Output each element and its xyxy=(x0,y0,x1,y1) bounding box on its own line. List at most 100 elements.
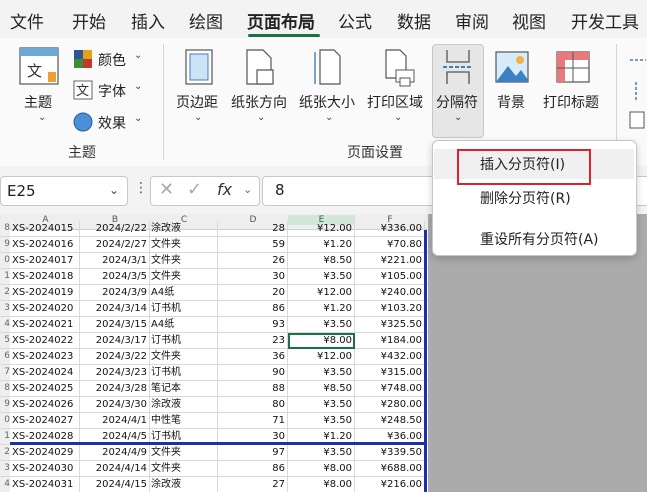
row-header[interactable]: 6 xyxy=(0,349,10,364)
row-header[interactable]: 8 xyxy=(0,221,10,236)
cell-quantity[interactable]: 71 xyxy=(218,413,288,428)
cell-order-id[interactable]: XS-2024022 xyxy=(11,333,80,348)
cell-product[interactable]: 文件夹 xyxy=(150,349,218,364)
row-header[interactable]: 3 xyxy=(0,461,10,476)
cell-product[interactable]: 文件夹 xyxy=(150,253,218,268)
row-header[interactable]: 2 xyxy=(0,285,10,300)
remove-page-break-item[interactable]: 删除分页符(R) xyxy=(480,188,571,208)
cell-date[interactable]: 2024/4/15 xyxy=(80,477,150,492)
cell-date[interactable]: 2024/3/1 xyxy=(80,253,150,268)
cancel-icon[interactable]: ✕ xyxy=(159,179,174,200)
cell-amount[interactable]: ¥325.50 xyxy=(355,317,425,332)
cell-order-id[interactable]: XS-2024016 xyxy=(11,237,80,252)
cell-date[interactable]: 2024/4/14 xyxy=(80,461,150,476)
cell-product[interactable]: 文件夹 xyxy=(150,237,218,252)
tab-insert[interactable]: 插入 xyxy=(131,8,165,33)
cell-date[interactable]: 2024/4/1 xyxy=(80,413,150,428)
cell-product[interactable]: 涂改液 xyxy=(150,221,218,236)
row-header[interactable]: 5 xyxy=(0,333,10,348)
cell-date[interactable]: 2024/2/27 xyxy=(80,237,150,252)
margins-button[interactable]: 页边距 xyxy=(176,92,218,112)
cell-amount[interactable]: ¥216.00 xyxy=(355,477,425,492)
row-header[interactable]: 9 xyxy=(0,237,10,252)
cell-date[interactable]: 2024/3/14 xyxy=(80,301,150,316)
cell-amount[interactable]: ¥103.20 xyxy=(355,301,425,316)
cell-quantity[interactable]: 86 xyxy=(218,301,288,316)
cell-price[interactable]: ¥3.50 xyxy=(288,397,355,412)
cell-order-id[interactable]: XS-2024018 xyxy=(11,269,80,284)
row-header[interactable]: 7 xyxy=(0,365,10,380)
cell-quantity[interactable]: 80 xyxy=(218,397,288,412)
row-header[interactable]: 8 xyxy=(0,381,10,396)
cell-grid[interactable]: 8 XS-2024015 2024/2/22 涂改液 28 ¥12.00 ¥336.00 9 X… xyxy=(0,221,428,492)
cell-product[interactable]: 订书机 xyxy=(150,333,218,348)
row-header[interactable]: 1 xyxy=(0,429,10,444)
tab-page-layout[interactable]: 页面布局 xyxy=(247,8,315,33)
row-header[interactable]: 0 xyxy=(0,253,10,268)
cell-product[interactable]: 中性笔 xyxy=(150,413,218,428)
cell-quantity[interactable]: 97 xyxy=(218,445,288,460)
cell-product[interactable]: 文件夹 xyxy=(150,461,218,476)
cell-order-id[interactable]: XS-2024023 xyxy=(11,349,80,364)
cell-quantity[interactable]: 28 xyxy=(218,221,288,236)
cell-date[interactable]: 2024/3/30 xyxy=(80,397,150,412)
cell-date[interactable]: 2024/3/22 xyxy=(80,349,150,364)
background-button[interactable]: 背景 xyxy=(497,92,525,112)
cell-quantity[interactable]: 90 xyxy=(218,365,288,380)
tab-review[interactable]: 审阅 xyxy=(455,8,489,33)
tab-draw[interactable]: 绘图 xyxy=(189,8,223,33)
cell-product[interactable]: 笔记本 xyxy=(150,381,218,396)
enter-icon[interactable]: ✓ xyxy=(187,179,202,200)
cell-quantity[interactable]: 26 xyxy=(218,253,288,268)
cell-amount[interactable]: ¥432.00 xyxy=(355,349,425,364)
cell-date[interactable]: 2024/3/17 xyxy=(80,333,150,348)
cell-order-id[interactable]: XS-2024020 xyxy=(11,301,80,316)
cell-product[interactable]: A4纸 xyxy=(150,317,218,332)
cell-order-id[interactable]: XS-2024024 xyxy=(11,365,80,380)
cell-date[interactable]: 2024/3/15 xyxy=(80,317,150,332)
tab-file[interactable]: 文件 xyxy=(10,8,44,33)
cell-amount[interactable]: ¥184.00 xyxy=(355,333,425,348)
tab-view[interactable]: 视图 xyxy=(512,8,546,33)
cell-quantity[interactable]: 23 xyxy=(218,333,288,348)
cell-product[interactable]: 涂改液 xyxy=(150,477,218,492)
cell-order-id[interactable]: XS-2024015 xyxy=(11,221,80,236)
cell-price[interactable]: ¥8.00 xyxy=(288,477,355,492)
selected-cell[interactable] xyxy=(288,333,355,349)
cell-amount[interactable]: ¥70.80 xyxy=(355,237,425,252)
themes-icon[interactable]: 文 xyxy=(18,46,62,88)
cell-price[interactable]: ¥8.50 xyxy=(288,381,355,396)
cell-price[interactable]: ¥8.50 xyxy=(288,253,355,268)
cell-date[interactable]: 2024/2/22 xyxy=(80,221,150,236)
print-titles-button[interactable]: 打印标题 xyxy=(543,92,599,112)
tab-formulas[interactable]: 公式 xyxy=(338,8,372,33)
size-button[interactable]: 纸张大小 xyxy=(299,92,355,112)
cell-amount[interactable]: ¥240.00 xyxy=(355,285,425,300)
row-header[interactable]: 4 xyxy=(0,317,10,332)
cell-order-id[interactable]: XS-2024027 xyxy=(11,413,80,428)
cell-order-id[interactable]: XS-2024019 xyxy=(11,285,80,300)
cell-product[interactable]: A4纸 xyxy=(150,285,218,300)
cell-amount[interactable]: ¥315.00 xyxy=(355,365,425,380)
more-options-icon[interactable]: ⋮ xyxy=(134,180,148,196)
cell-price[interactable]: ¥3.50 xyxy=(288,269,355,284)
reset-all-page-breaks-item[interactable]: 重设所有分页符(A) xyxy=(480,229,599,249)
themes-button[interactable]: 主题 xyxy=(24,92,52,112)
chevron-down-icon[interactable]: ⌄ xyxy=(109,183,119,197)
cell-quantity[interactable]: 59 xyxy=(218,237,288,252)
cell-amount[interactable]: ¥280.00 xyxy=(355,397,425,412)
cell-price[interactable]: ¥12.00 xyxy=(288,349,355,364)
cell-price[interactable]: ¥1.20 xyxy=(288,301,355,316)
cell-price[interactable]: ¥3.50 xyxy=(288,317,355,332)
cell-order-id[interactable]: XS-2024025 xyxy=(11,381,80,396)
cell-product[interactable]: 文件夹 xyxy=(150,445,218,460)
cell-product[interactable]: 订书机 xyxy=(150,365,218,380)
cell-order-id[interactable]: XS-2024029 xyxy=(11,445,80,460)
cell-product[interactable]: 文件夹 xyxy=(150,269,218,284)
tab-data[interactable]: 数据 xyxy=(397,8,431,33)
cell-price[interactable]: ¥1.20 xyxy=(288,237,355,252)
cell-quantity[interactable]: 88 xyxy=(218,381,288,396)
row-header[interactable]: 4 xyxy=(0,477,10,492)
name-box[interactable]: E25 ⌄ xyxy=(0,176,128,206)
fonts-button[interactable]: 字体 xyxy=(98,81,126,101)
